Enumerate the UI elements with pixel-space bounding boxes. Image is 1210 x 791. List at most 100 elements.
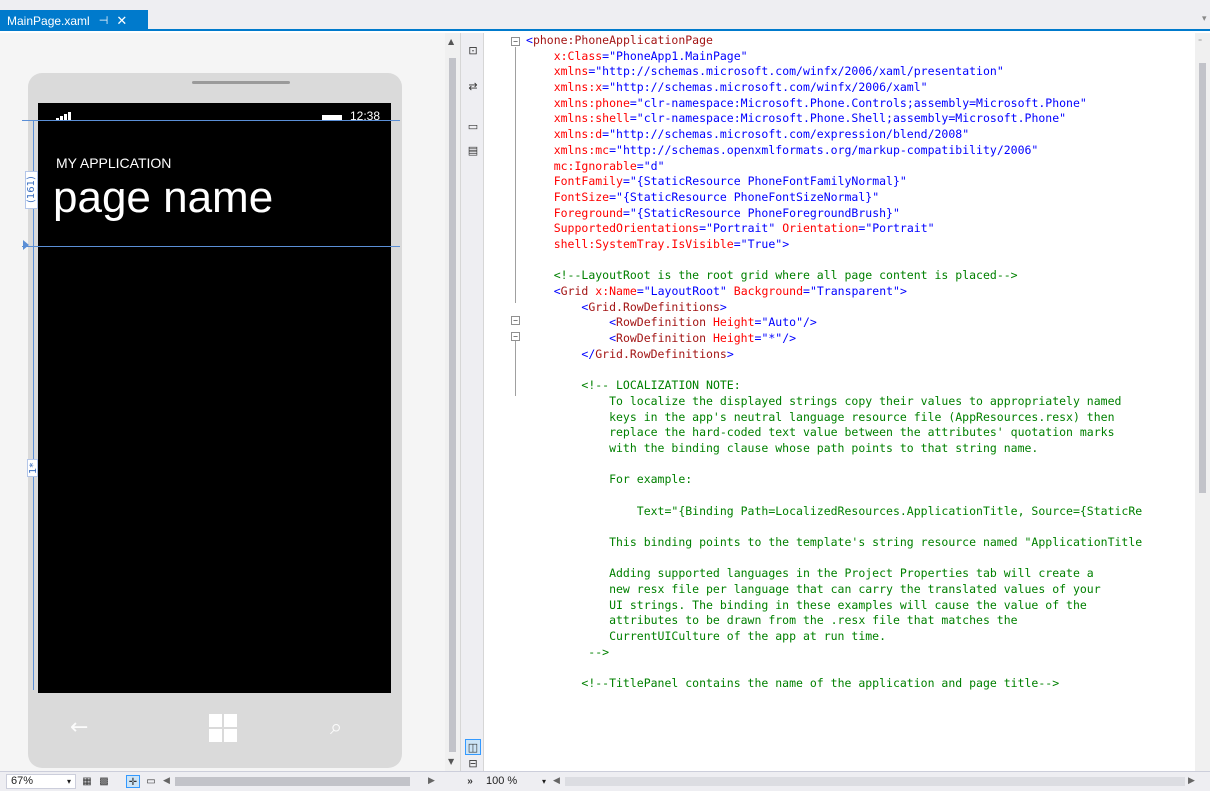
code-token: xmlns:phone bbox=[553, 95, 630, 110]
code-line[interactable]: attributes to be drawn from the .resx fi… bbox=[526, 613, 1142, 629]
scroll-right-icon[interactable]: ▶ bbox=[1188, 775, 1195, 786]
collapse-pane-icon[interactable]: ⊡ bbox=[465, 43, 481, 59]
designer-vertical-scrollbar[interactable]: ▲ ▼ bbox=[445, 33, 460, 771]
code-line[interactable]: <!--LayoutRoot is the root grid where al… bbox=[526, 268, 1142, 284]
scroll-up-icon[interactable]: ▲ bbox=[448, 37, 454, 46]
designer-zoom-select[interactable]: 67% ▾ bbox=[6, 774, 76, 789]
editor-split-icon[interactable]: ⁼ bbox=[1198, 37, 1202, 46]
phone-speaker bbox=[192, 81, 290, 84]
scroll-right-icon[interactable]: ▶ bbox=[428, 775, 435, 786]
code-line[interactable]: xmlns:x="http://schemas.microsoft.com/wi… bbox=[526, 80, 1142, 96]
code-line[interactable]: CurrentUICulture of the app at run time. bbox=[526, 629, 1142, 645]
application-title[interactable]: MY APPLICATION bbox=[56, 155, 171, 171]
code-line[interactable]: To localize the displayed strings copy t… bbox=[526, 394, 1142, 410]
code-line[interactable]: FontFamily="{StaticResource PhoneFontFam… bbox=[526, 174, 1142, 190]
code-line[interactable]: Text="{Binding Path=LocalizedResources.A… bbox=[526, 504, 1142, 520]
pin-icon[interactable]: ⊣ bbox=[99, 14, 109, 27]
code-line[interactable]: <RowDefinition Height="*"/> bbox=[526, 331, 1142, 347]
design-surface[interactable]: 12:38 MY APPLICATION page name ← ⌕ (161)… bbox=[0, 33, 445, 771]
code-line[interactable]: UI strings. The binding in these example… bbox=[526, 598, 1142, 614]
scroll-down-icon[interactable]: ▼ bbox=[448, 757, 454, 766]
code-token: ="clr-namespace:Microsoft.Phone.Shell;as… bbox=[629, 111, 1067, 126]
row-height-label-top[interactable]: (161) bbox=[25, 171, 38, 209]
collapse-toggle-icon[interactable]: − bbox=[511, 37, 520, 46]
collapse-toggle-icon[interactable]: − bbox=[511, 332, 520, 341]
code-line[interactable] bbox=[526, 519, 1142, 535]
code-line[interactable]: xmlns:mc="http://schemas.openxmlformats.… bbox=[526, 143, 1142, 159]
code-line[interactable]: FontSize="{StaticResource PhoneFontSizeN… bbox=[526, 190, 1142, 206]
code-line[interactable]: <RowDefinition Height="Auto"/> bbox=[526, 315, 1142, 331]
code-line[interactable]: xmlns:shell="clr-namespace:Microsoft.Pho… bbox=[526, 111, 1142, 127]
code-line[interactable]: Adding supported languages in the Projec… bbox=[526, 566, 1142, 582]
grid-toggle-icon[interactable]: ▦ bbox=[80, 775, 94, 788]
search-icon: ⌕ bbox=[330, 715, 343, 740]
system-tray: 12:38 bbox=[38, 103, 391, 125]
xaml-code-editor[interactable]: − − − <phone:PhoneApplicationPage x:Clas… bbox=[484, 33, 1195, 771]
page-title[interactable]: page name bbox=[53, 173, 273, 223]
editor-scroll-thumb[interactable] bbox=[1199, 63, 1206, 493]
code-line[interactable] bbox=[526, 457, 1142, 473]
horizontal-split-icon[interactable]: ▭ bbox=[465, 119, 481, 135]
code-text[interactable]: <phone:PhoneApplicationPage x:Class="Pho… bbox=[526, 33, 1142, 692]
code-line[interactable]: <!-- LOCALIZATION NOTE: bbox=[526, 378, 1142, 394]
editor-vertical-scrollbar[interactable]: ⁼ bbox=[1195, 33, 1210, 771]
designer-horizontal-scroll-thumb[interactable] bbox=[175, 777, 410, 786]
snap-gridlines-icon[interactable]: ▩ bbox=[97, 775, 111, 788]
tab-dropdown-icon[interactable]: ▾ bbox=[1202, 14, 1208, 24]
xaml-view-icon[interactable]: ⊟ bbox=[465, 756, 481, 772]
code-line[interactable]: --> bbox=[526, 645, 1142, 661]
code-line[interactable] bbox=[526, 362, 1142, 378]
code-token: Grid.RowDefinitions bbox=[595, 346, 727, 361]
code-line[interactable]: <!--TitlePanel contains the name of the … bbox=[526, 676, 1142, 692]
editor-zoom-select[interactable]: 100 % ▾ bbox=[482, 774, 550, 789]
scroll-thumb[interactable] bbox=[449, 58, 456, 752]
code-token: UI strings. The binding in these example… bbox=[526, 597, 1087, 612]
code-line[interactable]: shell:SystemTray.IsVisible="True"> bbox=[526, 237, 1142, 253]
code-line[interactable]: </Grid.RowDefinitions> bbox=[526, 347, 1142, 363]
design-view-icon[interactable]: ◫ bbox=[465, 739, 481, 755]
code-line[interactable]: For example: bbox=[526, 472, 1142, 488]
scroll-left-icon[interactable]: ◀ bbox=[163, 775, 170, 786]
code-token: ="http://schemas.microsoft.com/expressio… bbox=[602, 127, 970, 142]
code-line[interactable]: Foreground="{StaticResource PhoneForegro… bbox=[526, 206, 1142, 222]
code-line[interactable]: mc:Ignorable="d" bbox=[526, 159, 1142, 175]
code-line[interactable]: xmlns="http://schemas.microsoft.com/winf… bbox=[526, 64, 1142, 80]
code-token: Text="{Binding Path=LocalizedResources.A… bbox=[526, 503, 1143, 518]
code-line[interactable]: xmlns:d="http://schemas.microsoft.com/ex… bbox=[526, 127, 1142, 143]
code-line[interactable]: <phone:PhoneApplicationPage bbox=[526, 33, 1142, 49]
code-line[interactable]: replace the hard-coded text value betwee… bbox=[526, 425, 1142, 441]
code-token: RowDefinition bbox=[616, 331, 707, 346]
code-line[interactable]: new resx file per language that can carr… bbox=[526, 582, 1142, 598]
expand-pane-icon[interactable]: » bbox=[463, 775, 477, 788]
swap-panes-icon[interactable]: ⇄ bbox=[465, 79, 481, 95]
code-line[interactable]: with the binding clause whose path point… bbox=[526, 441, 1142, 457]
code-line[interactable]: x:Class="PhoneApp1.MainPage" bbox=[526, 49, 1142, 65]
code-line[interactable]: xmlns:phone="clr-namespace:Microsoft.Pho… bbox=[526, 96, 1142, 112]
code-line[interactable]: keys in the app's neutral language resou… bbox=[526, 410, 1142, 426]
collapse-toggle-icon[interactable]: − bbox=[511, 316, 520, 325]
code-line[interactable] bbox=[526, 551, 1142, 567]
code-line[interactable] bbox=[526, 661, 1142, 677]
code-line[interactable]: SupportedOrientations="Portrait" Orienta… bbox=[526, 221, 1142, 237]
vertical-split-icon[interactable]: ▤ bbox=[465, 143, 481, 159]
snap-snaplines-icon[interactable]: ✛ bbox=[126, 775, 140, 788]
close-icon[interactable]: ✕ bbox=[116, 13, 127, 29]
row-guide-divider[interactable] bbox=[22, 246, 400, 247]
code-line[interactable] bbox=[526, 488, 1142, 504]
annotation-icon[interactable]: ▭ bbox=[144, 775, 158, 788]
code-line[interactable]: <Grid.RowDefinitions> bbox=[526, 300, 1142, 316]
code-token: FontFamily bbox=[553, 174, 623, 189]
code-line[interactable]: <Grid x:Name="LayoutRoot" Background="Tr… bbox=[526, 284, 1142, 300]
scroll-left-icon[interactable]: ◀ bbox=[553, 775, 560, 786]
code-line[interactable] bbox=[526, 253, 1142, 269]
tab-mainpage-xaml[interactable]: MainPage.xaml ⊣ ✕ bbox=[0, 10, 148, 31]
phone-screen[interactable]: 12:38 MY APPLICATION page name bbox=[38, 103, 391, 693]
code-line[interactable]: This binding points to the template's st… bbox=[526, 535, 1142, 551]
row-divider-marker-icon[interactable] bbox=[23, 240, 29, 250]
editor-horizontal-scroll-track[interactable] bbox=[565, 777, 1185, 786]
row-height-label-star[interactable]: 1* bbox=[27, 459, 39, 477]
